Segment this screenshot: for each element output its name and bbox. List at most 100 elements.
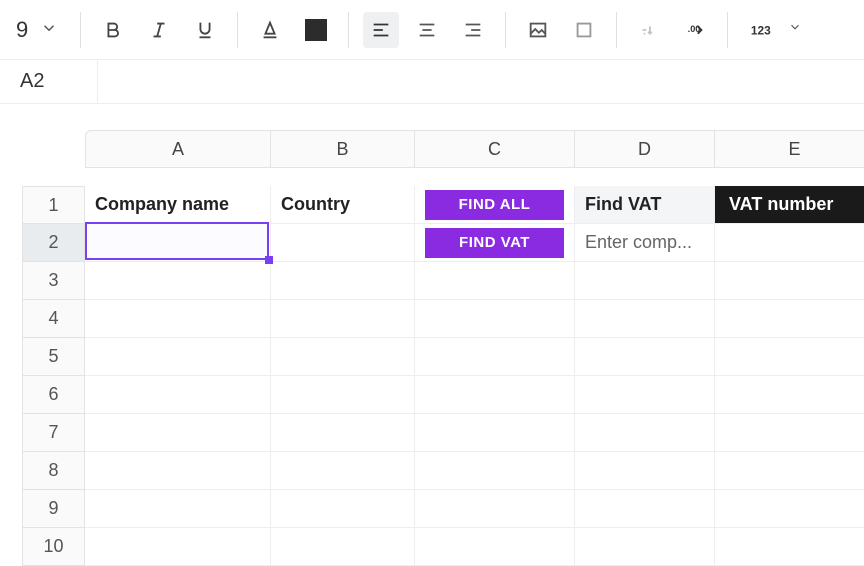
cell[interactable] bbox=[715, 528, 864, 566]
cell[interactable] bbox=[715, 490, 864, 528]
cell[interactable] bbox=[85, 414, 271, 452]
name-box[interactable]: A2 bbox=[0, 60, 98, 103]
row-header-10[interactable]: 10 bbox=[22, 528, 85, 566]
divider bbox=[727, 12, 728, 48]
row-header-9[interactable]: 9 bbox=[22, 490, 85, 528]
cell[interactable] bbox=[715, 300, 864, 338]
col-header-A[interactable]: A bbox=[85, 130, 271, 168]
cell[interactable] bbox=[85, 376, 271, 414]
find-vat-button[interactable]: FIND VAT bbox=[425, 228, 564, 258]
cell[interactable] bbox=[715, 452, 864, 490]
cell-E1[interactable]: VAT number bbox=[715, 186, 864, 224]
column-headers: A B C D E bbox=[85, 130, 864, 168]
align-right-button[interactable] bbox=[455, 12, 491, 48]
cell-B1[interactable]: Country bbox=[271, 186, 415, 224]
cell[interactable] bbox=[415, 490, 575, 528]
cell-C2[interactable]: FIND VAT bbox=[415, 224, 575, 262]
image-button[interactable] bbox=[520, 12, 556, 48]
decrease-decimal-button[interactable]: .00 bbox=[677, 12, 713, 48]
col-header-C[interactable]: C bbox=[415, 130, 575, 168]
row-header-3[interactable]: 3 bbox=[22, 262, 85, 300]
cell[interactable] bbox=[575, 490, 715, 528]
font-color-button[interactable] bbox=[252, 12, 288, 48]
cell[interactable] bbox=[575, 414, 715, 452]
cell[interactable] bbox=[271, 490, 415, 528]
row-header-8[interactable]: 8 bbox=[22, 452, 85, 490]
fill-color-button[interactable] bbox=[298, 12, 334, 48]
col-header-D[interactable]: D bbox=[575, 130, 715, 168]
selection-handle[interactable] bbox=[265, 256, 273, 264]
cell[interactable] bbox=[271, 262, 415, 300]
cell[interactable] bbox=[85, 300, 271, 338]
cell[interactable] bbox=[85, 452, 271, 490]
increase-decimal-button[interactable] bbox=[631, 12, 667, 48]
row-header-1[interactable]: 1 bbox=[22, 186, 85, 224]
table-row: FIND VAT Enter comp... bbox=[85, 224, 864, 262]
row-header-4[interactable]: 4 bbox=[22, 300, 85, 338]
row-header-5[interactable]: 5 bbox=[22, 338, 85, 376]
cell-A2[interactable] bbox=[85, 224, 271, 262]
divider bbox=[616, 12, 617, 48]
cell[interactable] bbox=[575, 528, 715, 566]
align-center-button[interactable] bbox=[409, 12, 445, 48]
fill-swatch-icon bbox=[305, 19, 327, 41]
chevron-down-icon bbox=[40, 17, 58, 43]
cell[interactable] bbox=[85, 490, 271, 528]
table-row bbox=[85, 300, 864, 338]
cell[interactable] bbox=[575, 262, 715, 300]
font-size-selector[interactable]: 9 bbox=[8, 17, 66, 43]
cell-D2[interactable]: Enter comp... bbox=[575, 224, 715, 262]
cell[interactable] bbox=[415, 338, 575, 376]
cell[interactable] bbox=[415, 262, 575, 300]
table-row bbox=[85, 262, 864, 300]
cell[interactable] bbox=[575, 300, 715, 338]
svg-text:123: 123 bbox=[751, 23, 771, 37]
align-left-button[interactable] bbox=[363, 12, 399, 48]
cell[interactable] bbox=[715, 376, 864, 414]
cell[interactable] bbox=[575, 376, 715, 414]
font-size-value: 9 bbox=[16, 17, 28, 43]
cell[interactable] bbox=[85, 338, 271, 376]
cell-B2[interactable] bbox=[271, 224, 415, 262]
spreadsheet-grid: A B C D E 1 2 3 4 5 6 7 8 9 10 Company n… bbox=[0, 104, 864, 540]
table-row bbox=[85, 528, 864, 566]
cell[interactable] bbox=[415, 300, 575, 338]
italic-button[interactable] bbox=[141, 12, 177, 48]
row-header-6[interactable]: 6 bbox=[22, 376, 85, 414]
cell[interactable] bbox=[715, 262, 864, 300]
cell[interactable] bbox=[85, 528, 271, 566]
cell[interactable] bbox=[415, 528, 575, 566]
underline-button[interactable] bbox=[187, 12, 223, 48]
cell[interactable] bbox=[271, 414, 415, 452]
table-row bbox=[85, 376, 864, 414]
number-format-button[interactable]: 123 bbox=[742, 12, 778, 48]
cell[interactable] bbox=[271, 528, 415, 566]
cells-area: Company name Country FIND ALL Find VAT V… bbox=[85, 186, 864, 566]
border-button[interactable] bbox=[566, 12, 602, 48]
toolbar: 9 .00 123 bbox=[0, 0, 864, 60]
row-header-2[interactable]: 2 bbox=[22, 224, 85, 262]
cell-D1[interactable]: Find VAT bbox=[575, 186, 715, 224]
cell[interactable] bbox=[85, 262, 271, 300]
cell[interactable] bbox=[271, 376, 415, 414]
cell[interactable] bbox=[715, 338, 864, 376]
cell[interactable] bbox=[575, 338, 715, 376]
cell-A1[interactable]: Company name bbox=[85, 186, 271, 224]
cell[interactable] bbox=[415, 414, 575, 452]
row-header-7[interactable]: 7 bbox=[22, 414, 85, 452]
chevron-down-icon bbox=[788, 20, 802, 39]
find-all-button[interactable]: FIND ALL bbox=[425, 190, 564, 220]
cell[interactable] bbox=[271, 452, 415, 490]
col-header-E[interactable]: E bbox=[715, 130, 864, 168]
cell-E2[interactable] bbox=[715, 224, 864, 262]
table-row: Company name Country FIND ALL Find VAT V… bbox=[85, 186, 864, 224]
col-header-B[interactable]: B bbox=[271, 130, 415, 168]
cell[interactable] bbox=[415, 376, 575, 414]
bold-button[interactable] bbox=[95, 12, 131, 48]
cell[interactable] bbox=[715, 414, 864, 452]
cell[interactable] bbox=[575, 452, 715, 490]
cell[interactable] bbox=[271, 338, 415, 376]
cell-C1[interactable]: FIND ALL bbox=[415, 186, 575, 224]
cell[interactable] bbox=[415, 452, 575, 490]
cell[interactable] bbox=[271, 300, 415, 338]
